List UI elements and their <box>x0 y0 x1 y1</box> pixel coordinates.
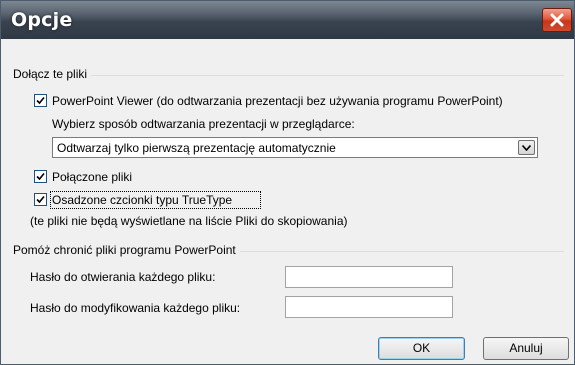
playback-select-value: Odtwarzaj tylko pierwszą prezentację aut… <box>57 141 336 155</box>
linked-files-checkbox[interactable] <box>34 170 47 183</box>
modify-password-label: Hasło do modyfikowania każdego pliku: <box>30 301 241 315</box>
fonts-checkbox[interactable] <box>34 193 47 206</box>
ok-button[interactable]: OK <box>378 337 465 360</box>
checkmark-icon <box>36 96 45 105</box>
close-icon <box>550 13 564 27</box>
dialog-title: Opcje <box>11 9 73 31</box>
close-button[interactable] <box>542 8 572 32</box>
options-dialog: Opcje Dołącz te pliki PowerPoint Viewer … <box>0 0 575 365</box>
group-label-protect: Pomóż chronić pliki programu PowerPoint <box>13 243 240 257</box>
dialog-content: Dołącz te pliki PowerPoint Viewer (do od… <box>1 39 574 364</box>
fonts-checkbox-label[interactable]: Osadzone czcionki typu TrueType <box>52 193 232 207</box>
checkmark-icon <box>36 195 45 204</box>
modify-password-input[interactable] <box>285 296 453 318</box>
include-note: (te pliki nie będą wyświetlane na liście… <box>30 214 348 228</box>
open-password-label: Hasło do otwierania każdego pliku: <box>30 270 216 284</box>
viewer-checkbox[interactable] <box>34 94 47 107</box>
open-password-input[interactable] <box>285 266 453 288</box>
chevron-down-icon <box>522 145 531 151</box>
cancel-button[interactable]: Anuluj <box>483 337 569 360</box>
title-bar[interactable]: Opcje <box>1 1 574 39</box>
playback-label: Wybierz sposób odtwarzania prezentacji w… <box>52 117 355 131</box>
group-label-include: Dołącz te pliki <box>13 67 92 81</box>
group-divider-include <box>13 75 564 76</box>
playback-select[interactable]: Odtwarzaj tylko pierwszą prezentację aut… <box>52 137 538 158</box>
playback-select-arrow[interactable] <box>518 140 535 155</box>
viewer-checkbox-label[interactable]: PowerPoint Viewer (do odtwarzania prezen… <box>52 94 503 108</box>
linked-files-label[interactable]: Połączone pliki <box>52 170 132 184</box>
checkmark-icon <box>36 172 45 181</box>
